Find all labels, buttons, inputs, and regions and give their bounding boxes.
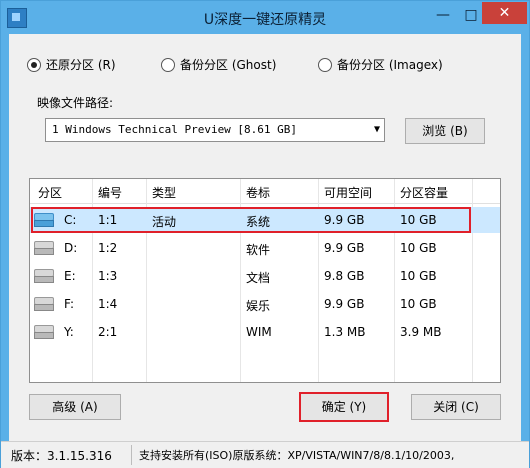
cell-number: 2:1	[98, 325, 118, 339]
cell-label: 文档	[246, 271, 271, 285]
cell-free-space: 9.9 GB	[324, 241, 365, 255]
drive-icon	[34, 325, 54, 339]
table-row[interactable]: D: 1:2 软件 9.9 GB 10 GB	[30, 235, 500, 261]
table-header: 分区 编号 类型 卷标 可用空间 分区容量	[30, 179, 500, 204]
close-button[interactable]: 关闭 (C)	[411, 394, 501, 420]
cell-label: WIM	[246, 325, 272, 339]
cell-capacity: 10 GB	[400, 297, 437, 311]
radio-backup-ghost-label: 备份分区 (Ghost)	[180, 58, 277, 72]
cell-label: 软件	[246, 243, 271, 257]
cell-free-space: 9.9 GB	[324, 297, 365, 311]
cell-capacity: 10 GB	[400, 241, 437, 255]
table-row[interactable]: Y: 2:1 WIM 1.3 MB 3.9 MB	[30, 319, 500, 345]
cell-partition: Y:	[64, 325, 74, 339]
radio-backup-imagex[interactable]: 备份分区 (Imagex)	[318, 56, 443, 73]
drive-icon	[34, 269, 54, 283]
table-row[interactable]: E: 1:3 文档 9.8 GB 10 GB	[30, 263, 500, 289]
cell-partition: E:	[64, 269, 76, 283]
col-capacity: 分区容量	[400, 186, 449, 200]
col-partition: 分区	[38, 186, 63, 200]
radio-restore-label: 还原分区 (R)	[46, 58, 116, 72]
browse-button[interactable]: 浏览 (B)	[405, 118, 485, 144]
chevron-down-icon[interactable]: ▼	[374, 119, 380, 141]
drive-icon	[34, 297, 54, 311]
radio-backup-ghost[interactable]: 备份分区 (Ghost)	[161, 56, 276, 73]
partition-table: 分区 编号 类型 卷标 可用空间 分区容量 C: 1:1 活动 系统 9.9 G…	[29, 178, 501, 383]
image-file-value: 1 Windows Technical Preview [8.61 GB]	[52, 123, 298, 136]
table-row[interactable]: F: 1:4 娱乐 9.9 GB 10 GB	[30, 291, 500, 317]
radio-backup-imagex-label: 备份分区 (Imagex)	[337, 58, 443, 72]
radio-restore[interactable]: 还原分区 (R)	[27, 56, 116, 73]
selection-highlight	[31, 207, 471, 233]
radio-backup-ghost-indicator[interactable]	[161, 57, 175, 72]
cell-partition: D:	[64, 241, 78, 255]
cell-capacity: 10 GB	[400, 269, 437, 283]
col-type: 类型	[152, 186, 177, 200]
col-label: 卷标	[246, 186, 271, 200]
radio-restore-indicator[interactable]	[27, 57, 41, 72]
cell-capacity: 3.9 MB	[400, 325, 442, 339]
cell-number: 1:2	[98, 241, 118, 255]
cell-number: 1:3	[98, 269, 118, 283]
close-window-button[interactable]: ✕	[482, 2, 527, 24]
title-bar: U深度一键还原精灵 — □ ✕	[1, 1, 529, 34]
ok-button[interactable]: 确定 (Y)	[299, 392, 389, 422]
version-text: 版本：3.1.15.316	[11, 449, 112, 463]
table-row[interactable]: C: 1:1 活动 系统 9.9 GB 10 GB	[30, 207, 500, 233]
support-text: 支持安装所有(ISO)原版系统：XP/VISTA/WIN7/8/8.1/10/2…	[139, 449, 455, 462]
col-free-space: 可用空间	[324, 186, 373, 200]
image-path-label: 映像文件路径:	[37, 96, 114, 110]
col-number: 编号	[98, 186, 123, 200]
advanced-button[interactable]: 高级 (A)	[29, 394, 121, 420]
main-window: U深度一键还原精灵 — □ ✕ 还原分区 (R) 备份分区 (Ghost) 备份…	[0, 0, 530, 468]
minimize-icon[interactable]: —	[431, 5, 455, 25]
status-bar: 版本：3.1.15.316 支持安装所有(ISO)原版系统：XP/VISTA/W…	[1, 441, 529, 468]
cell-partition: F:	[64, 297, 75, 311]
image-file-select[interactable]: 1 Windows Technical Preview [8.61 GB] ▼	[45, 118, 385, 142]
cell-label: 娱乐	[246, 299, 271, 313]
status-divider	[131, 445, 132, 465]
maximize-icon[interactable]: □	[459, 5, 483, 25]
dialog-body: 还原分区 (R) 备份分区 (Ghost) 备份分区 (Imagex) 映像文件…	[9, 34, 521, 441]
drive-icon	[34, 241, 54, 255]
radio-backup-imagex-indicator[interactable]	[318, 57, 332, 72]
cell-free-space: 1.3 MB	[324, 325, 366, 339]
cell-number: 1:4	[98, 297, 118, 311]
cell-free-space: 9.8 GB	[324, 269, 365, 283]
